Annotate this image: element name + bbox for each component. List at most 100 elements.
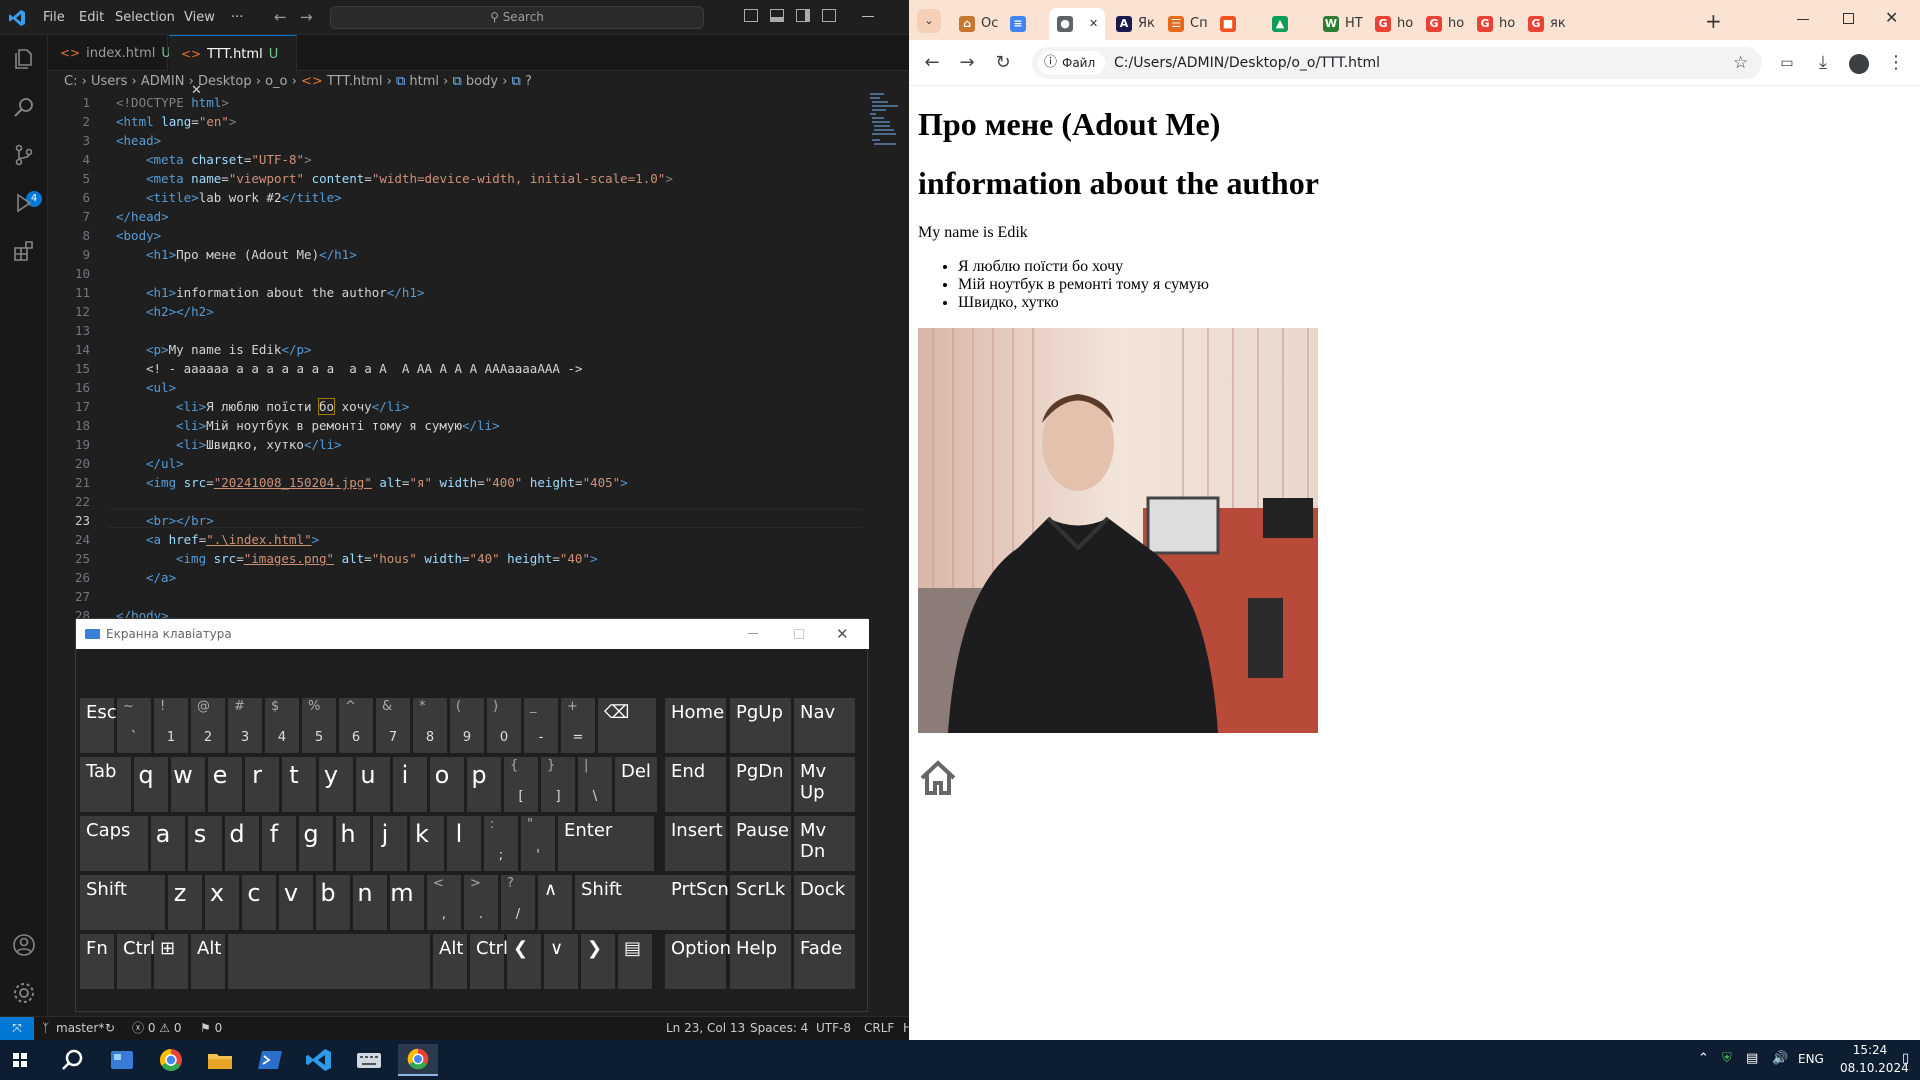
- download-icon[interactable]: ⤓: [1812, 52, 1834, 74]
- source-control-icon[interactable]: [12, 143, 36, 167]
- chrome-taskbar-icon[interactable]: [151, 1044, 191, 1076]
- toggle-sidebar-icon[interactable]: [744, 9, 758, 22]
- key-nav[interactable]: Help: [730, 934, 791, 989]
- browser-tab[interactable]: ● ✕: [1049, 8, 1105, 40]
- keyboard-key[interactable]: + =: [561, 698, 595, 753]
- keyboard-key[interactable]: ∨: [544, 934, 578, 989]
- close-icon[interactable]: ✕: [836, 619, 849, 649]
- widgets-icon[interactable]: [102, 1044, 142, 1076]
- key-letter[interactable]: d: [225, 816, 259, 871]
- extensions-icon[interactable]: [12, 239, 36, 263]
- forward-arrow-icon[interactable]: →: [956, 52, 978, 74]
- browser-tab[interactable]: Gho: [1418, 8, 1466, 40]
- key-letter[interactable]: b: [316, 875, 350, 930]
- browser-tab[interactable]: Gяк: [1520, 8, 1568, 40]
- minimize-icon[interactable]: [748, 633, 758, 634]
- browser-tab[interactable]: ≡Ла: [1002, 8, 1046, 55]
- forward-arrow-icon[interactable]: →: [300, 8, 313, 26]
- keyboard-key[interactable]: {[: [504, 757, 538, 812]
- code-editor[interactable]: 1 2 3 4 5 6 7 8 9 10 11 12 13 14 15 16 17 18 19 20 21 22 23 24 2…: [48, 93, 863, 620]
- bookmark-star-icon[interactable]: ☆: [1733, 47, 1748, 79]
- key-nav[interactable]: Fade: [794, 934, 855, 989]
- reload-icon[interactable]: ↻: [992, 52, 1014, 74]
- minimize-icon[interactable]: [1797, 19, 1809, 20]
- keyboard-key[interactable]: Fn: [80, 934, 114, 989]
- vscode-taskbar-icon[interactable]: [299, 1044, 339, 1076]
- command-search-box[interactable]: ⚲ Search: [330, 6, 704, 29]
- key-nav[interactable]: Mv Up: [794, 757, 855, 812]
- key-letter[interactable]: g: [299, 816, 333, 871]
- keyboard-key[interactable]: >.: [464, 875, 498, 930]
- problems-indicator[interactable]: ⓧ 0 ⚠ 0: [132, 1017, 181, 1039]
- cursor-position[interactable]: Ln 23, Col 13: [666, 1017, 745, 1039]
- menu-selection[interactable]: Selection: [115, 0, 175, 35]
- file-explorer-icon[interactable]: [200, 1044, 240, 1076]
- powershell-icon[interactable]: [250, 1044, 290, 1076]
- breadcrumb-item[interactable]: html: [409, 74, 439, 89]
- breadcrumb-item[interactable]: Desktop: [198, 74, 252, 89]
- explorer-icon[interactable]: [12, 47, 36, 71]
- keyboard-key[interactable]: Ctrl: [470, 934, 508, 989]
- key-letter[interactable]: t: [282, 757, 316, 812]
- keyboard-key[interactable]: ▤: [618, 934, 652, 989]
- key-letter[interactable]: n: [353, 875, 387, 930]
- clock-date[interactable]: 08.10.2024: [1840, 1061, 1909, 1075]
- key-nav[interactable]: PgDn: [730, 757, 791, 812]
- tab-index-html[interactable]: <> index.html U: [48, 35, 171, 71]
- key-letter[interactable]: a: [151, 816, 185, 871]
- run-debug-icon[interactable]: [12, 191, 36, 215]
- key-letter[interactable]: q: [134, 757, 168, 812]
- customize-layout-icon[interactable]: [822, 9, 836, 22]
- key-nav[interactable]: Pause: [730, 816, 791, 871]
- osk-taskbar-icon[interactable]: [349, 1044, 389, 1076]
- browser-tab[interactable]: A Як: [1108, 8, 1156, 40]
- back-arrow-icon[interactable]: ←: [921, 52, 943, 74]
- account-icon[interactable]: [12, 933, 36, 957]
- browser-tab[interactable]: ⌂ Ос: [951, 8, 999, 40]
- security-icon[interactable]: ⛨: [1722, 1051, 1732, 1066]
- key-nav[interactable]: Mv Dn: [794, 816, 855, 871]
- git-branch[interactable]: master*: [56, 1017, 104, 1039]
- key-shift-left[interactable]: Shift: [80, 875, 165, 930]
- home-icon[interactable]: [918, 758, 958, 798]
- settings-gear-icon[interactable]: [12, 981, 36, 1005]
- keyboard-key[interactable]: % 5: [302, 698, 336, 753]
- key-nav[interactable]: Dock: [794, 875, 855, 930]
- key-letter[interactable]: r: [245, 757, 279, 812]
- back-arrow-icon[interactable]: ←: [274, 8, 287, 26]
- keyboard-key[interactable]: ⊞: [154, 934, 188, 989]
- key-nav[interactable]: End: [665, 757, 726, 812]
- keyboard-key[interactable]: :;: [484, 816, 518, 871]
- keyboard-key[interactable]: " ': [521, 816, 555, 871]
- key-letter[interactable]: s: [188, 816, 222, 871]
- menu-kebab-icon[interactable]: ⋮: [1885, 52, 1907, 74]
- cast-icon[interactable]: ▭: [1776, 52, 1798, 74]
- network-icon[interactable]: ▤: [1746, 1051, 1758, 1066]
- key-nav[interactable]: Home: [665, 698, 726, 753]
- key-letter[interactable]: k: [410, 816, 444, 871]
- key-letter[interactable]: y: [319, 757, 353, 812]
- minimap[interactable]: [870, 93, 900, 153]
- keyboard-key[interactable]: _ -: [524, 698, 558, 753]
- key-enter[interactable]: Enter: [558, 816, 654, 871]
- keyboard-key[interactable]: (9: [450, 698, 484, 753]
- keyboard-key[interactable]: ! 1: [154, 698, 188, 753]
- browser-tab[interactable]: ■<!-: [1212, 8, 1260, 55]
- tab-ttt-html[interactable]: <> TTT.html U ✕: [169, 35, 297, 98]
- chrome-active-taskbar-icon[interactable]: [398, 1044, 438, 1076]
- notifications-icon[interactable]: ▯: [1902, 1051, 1909, 1066]
- key-nav[interactable]: Insert: [665, 816, 726, 871]
- key-letter[interactable]: h: [336, 816, 370, 871]
- key-nav[interactable]: ScrLk: [730, 875, 791, 930]
- volume-icon[interactable]: 🔊: [1772, 1051, 1788, 1066]
- keyboard-key[interactable]: Ctrl: [117, 934, 155, 989]
- new-tab-icon[interactable]: +: [1705, 9, 1722, 33]
- menu-edit[interactable]: Edit: [79, 0, 104, 35]
- line-ending[interactable]: CRLF: [864, 1017, 894, 1039]
- browser-tab[interactable]: ☰ Сп: [1160, 8, 1208, 40]
- key-letter[interactable]: c: [242, 875, 276, 930]
- key-nav[interactable]: PrtScn: [665, 875, 729, 930]
- key-delete[interactable]: Del: [615, 757, 657, 812]
- key-letter[interactable]: x: [205, 875, 239, 930]
- breadcrumb-item[interactable]: body: [466, 74, 498, 89]
